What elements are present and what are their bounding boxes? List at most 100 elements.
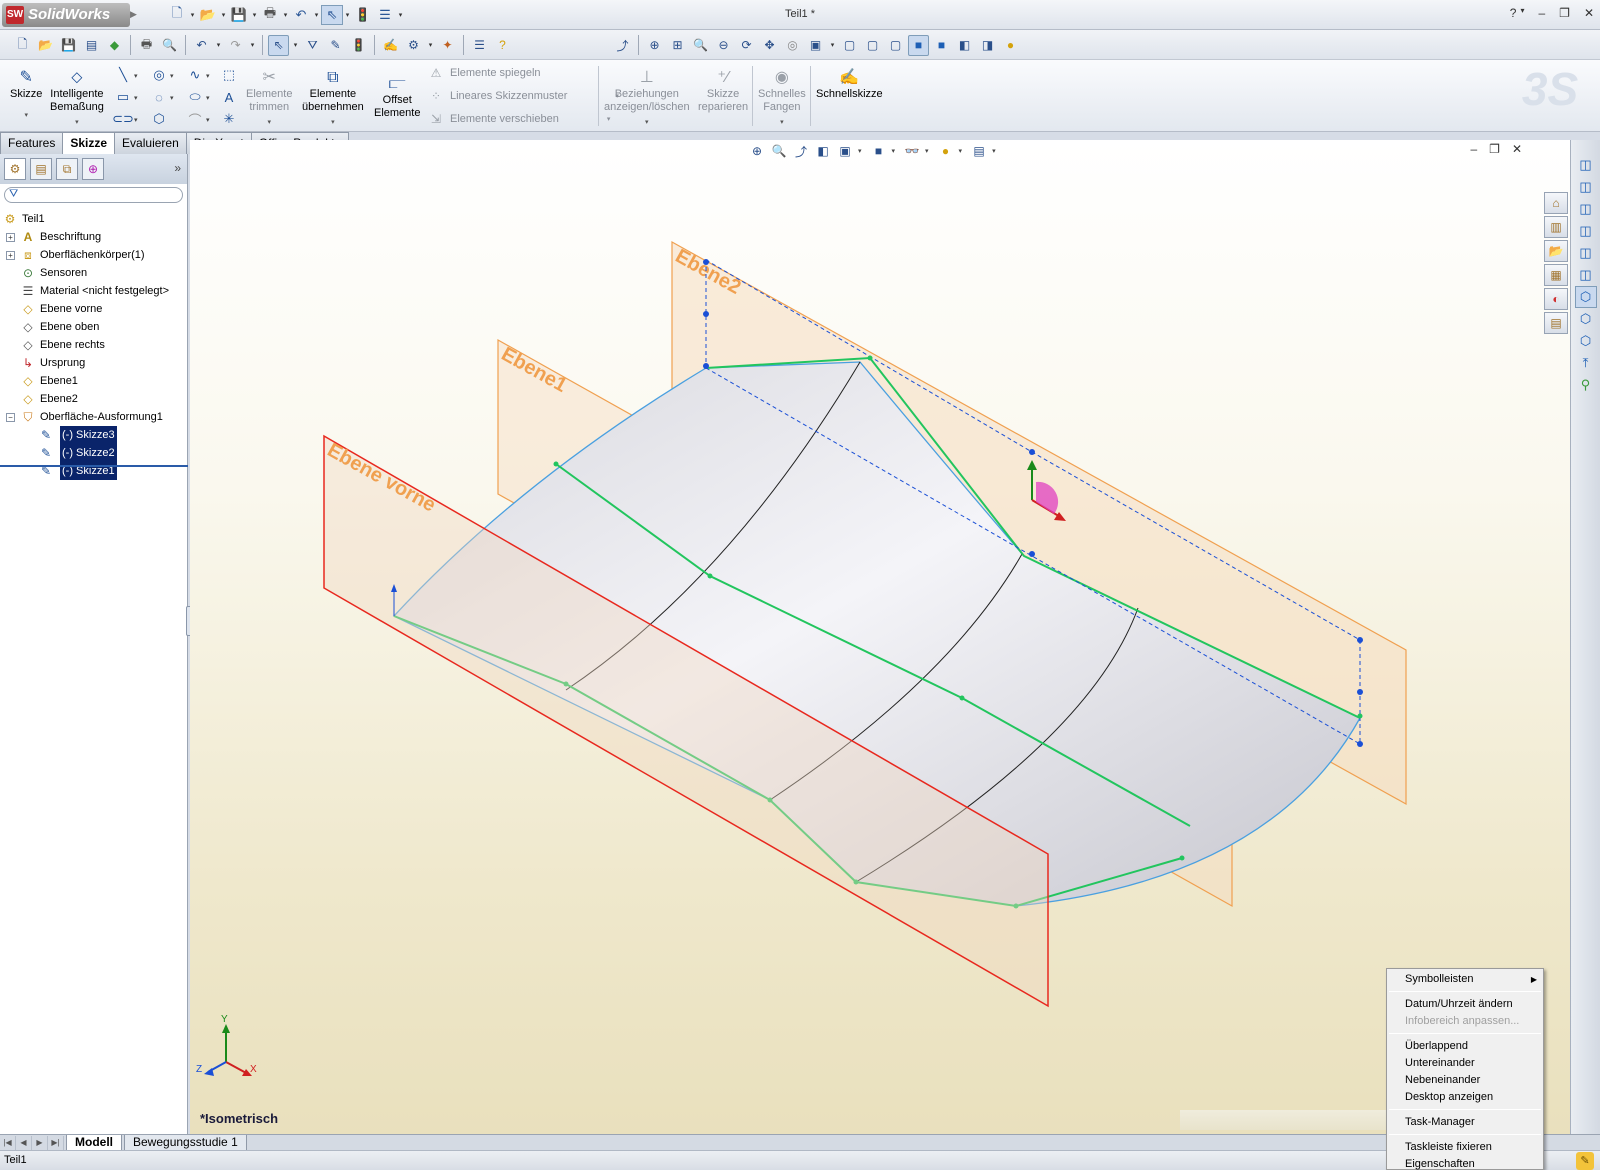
options-icon[interactable]: ☰ — [469, 35, 490, 56]
repair-sketch-button[interactable]: ⁺⁄ Skizze reparieren — [698, 66, 748, 114]
zoom-area-icon[interactable]: ⊞ — [667, 35, 688, 56]
convert-entities-button[interactable]: ⧉ Elemente übernehmen ▾ — [302, 66, 364, 129]
sketch-point[interactable] — [703, 363, 709, 369]
sketch-point[interactable] — [703, 311, 709, 317]
hide-show-items-icon[interactable]: 👓 — [903, 142, 921, 160]
connector-point[interactable] — [1357, 713, 1363, 719]
rebuild-icon[interactable]: 🚦 — [348, 35, 369, 56]
first-tab-icon[interactable]: |◀ — [0, 1135, 16, 1150]
arc-icon[interactable]: ◌ — [150, 88, 168, 106]
next-tab-icon[interactable]: ▶ — [32, 1135, 48, 1150]
rebuild-status-icon[interactable]: ✎ — [1576, 1152, 1594, 1170]
sketch-point[interactable] — [1029, 551, 1035, 557]
view-orientation-dropdown-icon[interactable]: ▾ — [858, 147, 862, 155]
view-orientation-icon[interactable]: ▣ — [805, 35, 826, 56]
section-view-icon[interactable]: ◧ — [814, 142, 832, 160]
zoom-in-icon[interactable]: 🔍 — [690, 35, 711, 56]
polygon-icon[interactable]: ⬡ — [150, 110, 168, 128]
sketch-point[interactable] — [1029, 449, 1035, 455]
zoom-out-icon[interactable]: ⊖ — [713, 35, 734, 56]
arc-dropdown-icon[interactable]: ▾ — [170, 94, 174, 102]
restore-icon[interactable]: ❐ — [1559, 6, 1570, 20]
connector-point[interactable] — [1179, 855, 1185, 861]
menu-item-side-by-side[interactable]: Nebeneinander — [1387, 1072, 1543, 1089]
back-view-icon[interactable]: ◫ — [1575, 176, 1597, 198]
realview-icon[interactable]: ● — [1000, 35, 1021, 56]
redo-icon[interactable]: ↷ — [225, 35, 246, 56]
sketch-edit-icon[interactable]: ✎ — [325, 35, 346, 56]
print-preview-icon[interactable]: 🔍 — [159, 35, 180, 56]
isometric-view-icon[interactable]: ⬡ — [1574, 286, 1597, 308]
menu-item-change-date-time[interactable]: Datum/Uhrzeit ändern — [1387, 996, 1543, 1013]
viewport-close-icon[interactable]: ✕ — [1512, 142, 1522, 156]
sketch-point[interactable] — [703, 259, 709, 265]
hidden-lines-removed-icon[interactable]: ▢ — [885, 35, 906, 56]
line-dropdown-icon[interactable]: ▾ — [134, 72, 138, 80]
dimetric-view-icon[interactable]: ⬡ — [1575, 330, 1597, 352]
tree-item-sensors[interactable]: ⊙ Sensoren — [0, 264, 187, 282]
rapid-sketch-button[interactable]: ✍ Schnellskizze — [816, 66, 883, 101]
tree-item-origin[interactable]: ↳ Ursprung — [0, 354, 187, 372]
select-filter-icon[interactable]: ⛛ — [302, 35, 323, 56]
rectangle-dropdown-icon[interactable]: ▾ — [134, 94, 138, 102]
roll-icon[interactable]: ◎ — [782, 35, 803, 56]
perspective-icon[interactable]: ◨ — [977, 35, 998, 56]
previous-view-icon[interactable]: ⤴ — [612, 35, 633, 56]
mirror-entities-button[interactable]: ⚠ Elemente spiegeln — [428, 66, 541, 80]
custom-properties-icon[interactable]: ▤ — [1544, 312, 1568, 334]
line-icon[interactable]: ╲ — [114, 66, 132, 84]
edit-sketch-icon[interactable]: ✍ — [380, 35, 401, 56]
view-palette-icon[interactable]: ▦ — [1544, 264, 1568, 286]
connector-point[interactable] — [959, 695, 965, 701]
trim-dropdown-icon[interactable]: ▾ — [267, 116, 271, 129]
tree-item-top-plane[interactable]: ◇ Ebene oben — [0, 318, 187, 336]
menu-item-stack[interactable]: Untereinander — [1387, 1055, 1543, 1072]
view-settings-icon[interactable]: ▤ — [970, 142, 988, 160]
bottom-view-icon[interactable]: ◫ — [1575, 264, 1597, 286]
tree-item-loft-surface[interactable]: − ⛉ Oberfläche-Ausformung1 — [0, 408, 187, 426]
tab-features[interactable]: Features — [0, 132, 64, 154]
rectangle-icon[interactable]: ▭ — [114, 88, 132, 106]
solidworks-resources-icon[interactable]: ⌂ — [1544, 192, 1568, 214]
menu-item-lock-taskbar[interactable]: Taskleiste fixieren — [1387, 1139, 1543, 1156]
fillet-icon[interactable]: ⌒ — [186, 110, 204, 128]
circle-icon[interactable]: ◎ — [150, 66, 168, 84]
tree-filter-input[interactable]: ⛛ — [4, 187, 183, 203]
help-icon[interactable]: ? — [492, 35, 513, 56]
connector-point[interactable] — [867, 355, 873, 361]
new-icon[interactable]: 🗋 — [12, 35, 33, 56]
expand-icon[interactable]: + — [6, 251, 15, 260]
spline-icon[interactable]: ∿ — [186, 66, 204, 84]
point-icon[interactable]: ✳ — [220, 110, 238, 128]
component-dropdown-icon[interactable]: ▾ — [426, 41, 435, 49]
left-view-icon[interactable]: ◫ — [1575, 198, 1597, 220]
viewport-restore-icon[interactable]: ❐ — [1489, 142, 1500, 156]
menu-item-toolbars[interactable]: Symbolleisten ▶ — [1387, 971, 1543, 988]
move-entities-button[interactable]: ⇲ Elemente verschieben ▾ — [428, 112, 610, 126]
property-manager-tab-icon[interactable]: ▤ — [30, 158, 52, 180]
last-tab-icon[interactable]: ▶| — [48, 1135, 64, 1150]
display-style-dropdown-icon[interactable]: ▾ — [892, 147, 896, 155]
select-dropdown-icon[interactable]: ▾ — [291, 41, 300, 49]
quick-snaps-button[interactable]: ◉ Schnelles Fangen ▾ — [758, 66, 806, 129]
front-view-icon[interactable]: ◫ — [1575, 154, 1597, 176]
redo-dropdown-icon[interactable]: ▾ — [248, 41, 257, 49]
zoom-area-icon[interactable]: 🔍 — [770, 142, 788, 160]
trimetric-view-icon[interactable]: ⬡ — [1575, 308, 1597, 330]
previous-view-icon[interactable]: ⤴ — [792, 142, 810, 160]
tree-item-material[interactable]: ☰ Material <nicht festgelegt> — [0, 282, 187, 300]
undo-dropdown-icon[interactable]: ▾ — [214, 41, 223, 49]
view-orientation-dropdown-icon[interactable]: ▾ — [828, 41, 837, 49]
menu-item-show-desktop[interactable]: Desktop anzeigen — [1387, 1089, 1543, 1106]
tree-item-sketch3[interactable]: ✎ (-) Skizze3 — [0, 426, 187, 444]
sketch-point[interactable] — [1357, 689, 1363, 695]
ellipse-dropdown-icon[interactable]: ▾ — [206, 94, 210, 102]
top-view-icon[interactable]: ◫ — [1575, 242, 1597, 264]
display-relations-button[interactable]: ⊥ Beziehungen anzeigen/löschen ▾ — [604, 66, 690, 129]
tab-sketch[interactable]: Skizze — [62, 132, 116, 154]
offset-entities-button[interactable]: ⫍ Offset Elemente — [374, 72, 420, 120]
save-icon[interactable]: 💾 — [58, 35, 79, 56]
minimize-icon[interactable]: – — [1538, 6, 1545, 20]
tree-item-right-plane[interactable]: ◇ Ebene rechts — [0, 336, 187, 354]
close-icon[interactable]: ✕ — [1584, 6, 1594, 20]
